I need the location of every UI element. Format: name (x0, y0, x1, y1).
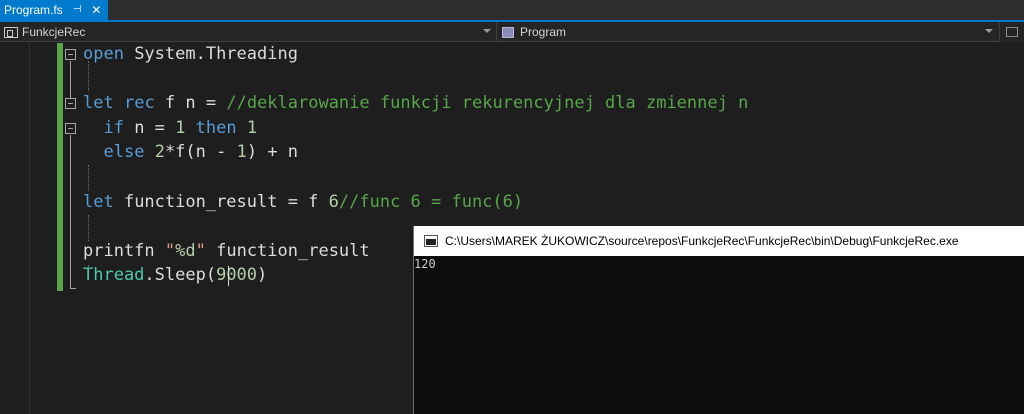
code-token: ) + n (246, 142, 299, 163)
code-line[interactable]: Thread.Sleep(9000) (83, 263, 267, 287)
project-dropdown-label: FunkcjeRec (22, 25, 86, 39)
code-token: else (103, 142, 145, 163)
code-token: System.Threading (123, 44, 298, 64)
code-token: 1 (236, 142, 247, 163)
code-token: 6 (328, 191, 339, 212)
code-line[interactable]: else 2*f(n - 1) + n (83, 140, 298, 164)
collapse-icon[interactable] (65, 98, 76, 109)
tab-program-fs[interactable]: Program.fs ⊣ ✕ (0, 0, 108, 20)
code-token: printfn (83, 240, 165, 261)
property-icon (502, 26, 514, 38)
code-token: f n = (154, 93, 227, 114)
glyph-margin (0, 43, 30, 414)
code-token: function_result (205, 240, 370, 261)
outline-end (70, 288, 76, 289)
chevron-down-icon (483, 29, 491, 33)
code-token: //func 6 = func(6) (338, 191, 524, 212)
code-line[interactable]: let function_result = f 6//func 6 = func… (83, 190, 523, 214)
code-token: " (195, 240, 206, 261)
text-caret (228, 266, 229, 286)
pin-icon[interactable]: ⊣ (73, 0, 82, 20)
chevron-down-icon (985, 29, 993, 33)
code-token: .Sleep( (144, 265, 217, 286)
code-token: if (103, 117, 124, 138)
code-token: Thread (83, 265, 145, 286)
code-token: let (83, 93, 114, 114)
console-window[interactable]: C:\Users\MAREK ŻUKOWICZ\source\repos\Fun… (413, 226, 1024, 414)
collapse-icon[interactable] (65, 49, 76, 60)
code-token: *f(n - (164, 142, 237, 163)
member-dropdown-label: Program (520, 25, 567, 39)
code-token: 9000 (216, 265, 258, 286)
split-icon (1006, 27, 1018, 37)
code-token: rec (123, 93, 155, 114)
console-title: C:\Users\MAREK ŻUKOWICZ\source\repos\Fun… (445, 234, 959, 248)
fs-module-icon (4, 26, 18, 38)
console-output: 120 (414, 257, 436, 271)
document-tab-strip: Program.fs ⊣ ✕ (0, 0, 1024, 22)
code-token: ) (257, 265, 268, 286)
code-token: 2 (154, 142, 165, 163)
project-dropdown[interactable]: FunkcjeRec (0, 22, 497, 42)
code-token: function_result = f (113, 191, 329, 212)
indent-guide (88, 165, 89, 191)
code-token: //deklarowanie funkcji rekurencyjnej dla… (226, 93, 749, 114)
tab-label: Program.fs (4, 3, 63, 17)
outline-line (70, 61, 71, 99)
member-dropdown[interactable]: Program (498, 22, 998, 42)
split-editor-button[interactable] (999, 22, 1024, 42)
code-line[interactable]: let rec f n = //deklarowanie funkcji rek… (83, 91, 748, 115)
navigation-bar: FunkcjeRec Program (0, 22, 1024, 42)
indent-guide (88, 215, 89, 241)
code-token: let (83, 191, 114, 212)
console-titlebar[interactable]: C:\Users\MAREK ŻUKOWICZ\source\repos\Fun… (414, 226, 1024, 256)
code-line[interactable]: if n = 1 then 1 (83, 116, 257, 140)
code-token: then (195, 117, 237, 138)
close-icon[interactable]: ✕ (91, 0, 101, 20)
console-icon (424, 235, 438, 247)
code-line[interactable]: open System.Threading (83, 42, 298, 66)
code-token: 1 (246, 117, 258, 138)
collapse-icon[interactable] (65, 123, 76, 134)
code-token: n = (123, 117, 176, 138)
code-line[interactable]: printfn "%d" function_result (83, 239, 370, 263)
change-tracking-bar (57, 43, 63, 291)
code-token: 1 (175, 117, 186, 138)
code-token: %d (175, 240, 196, 261)
code-token: " (164, 240, 176, 261)
outline-line (70, 135, 71, 288)
code-token: open (83, 44, 124, 64)
